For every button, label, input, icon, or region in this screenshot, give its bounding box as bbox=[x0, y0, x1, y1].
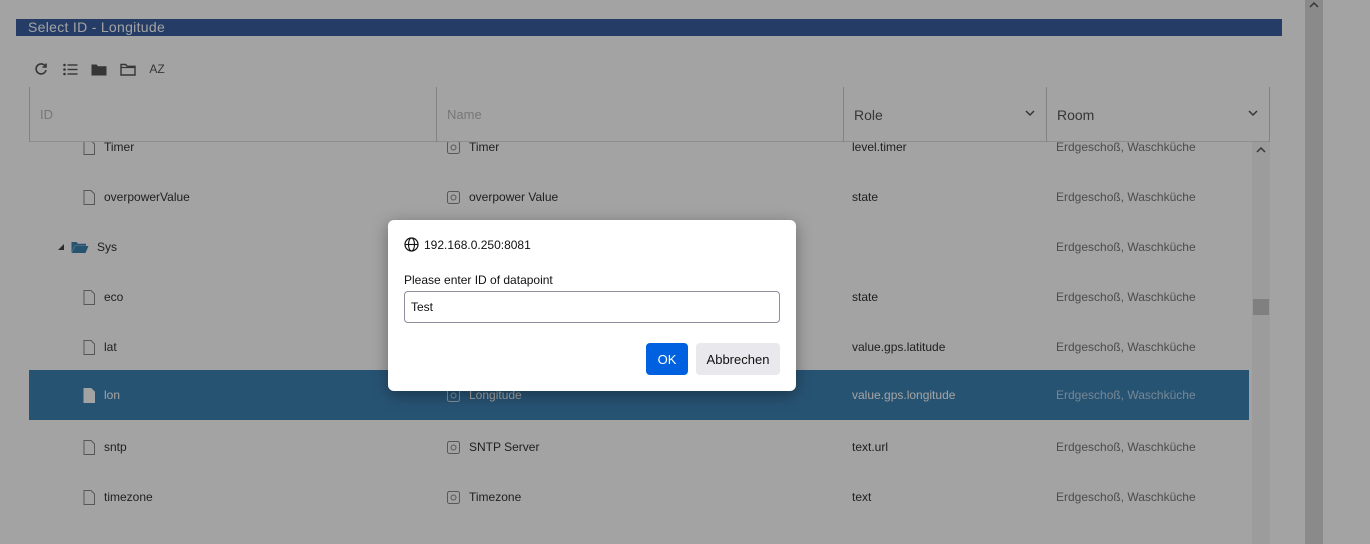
datapoint-id-input[interactable] bbox=[404, 291, 780, 323]
ok-button[interactable]: OK bbox=[646, 343, 688, 375]
dialog-message: Please enter ID of datapoint bbox=[404, 273, 553, 287]
prompt-dialog: 192.168.0.250:8081 Please enter ID of da… bbox=[388, 220, 796, 391]
dialog-origin-text: 192.168.0.250:8081 bbox=[424, 237, 531, 252]
globe-icon bbox=[404, 237, 419, 252]
cancel-button[interactable]: Abbrechen bbox=[696, 343, 780, 375]
dialog-origin: 192.168.0.250:8081 bbox=[404, 237, 531, 252]
